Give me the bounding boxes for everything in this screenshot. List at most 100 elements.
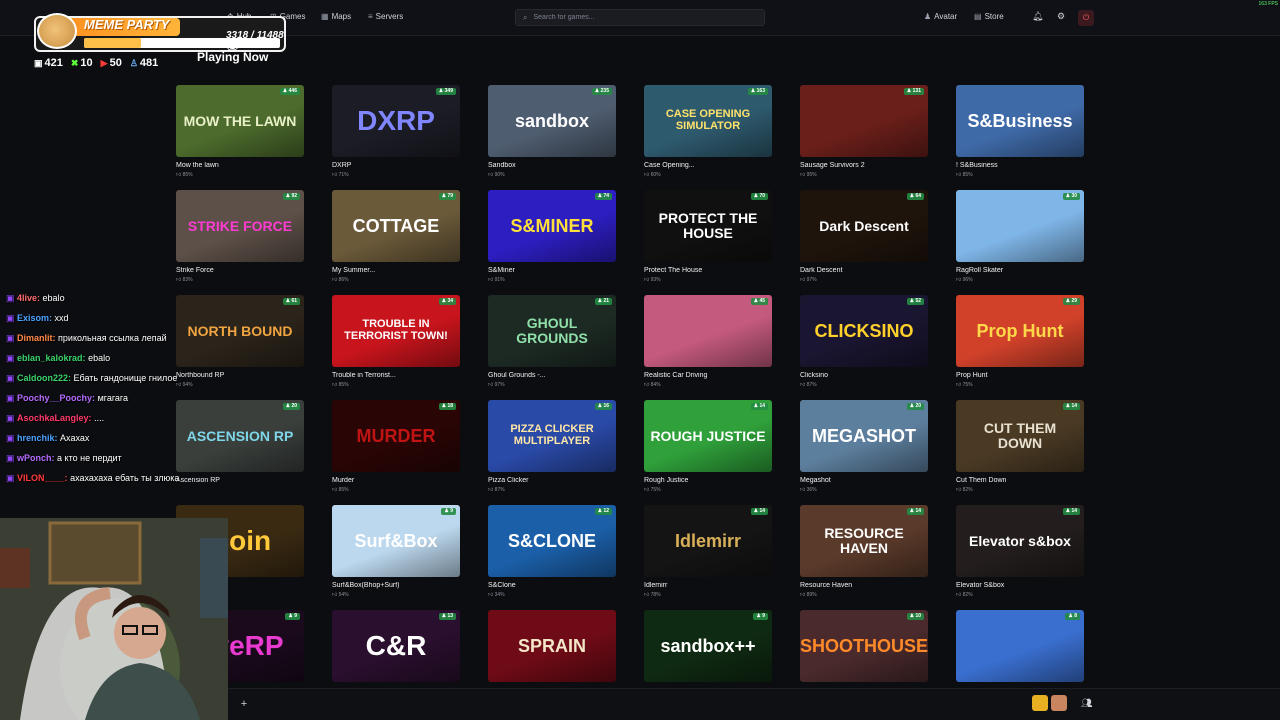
avatar[interactable] [1051, 695, 1067, 711]
game-title[interactable]: DXRP [332, 162, 460, 169]
friends-icon[interactable]: 👥︎ [1081, 698, 1092, 709]
game-title[interactable]: Strike Force [176, 267, 304, 274]
game-title[interactable]: My Summer... [332, 267, 460, 274]
game-thumbnail[interactable]: S&Business [956, 85, 1084, 157]
game-card[interactable]: S&Business ! S&Business 👍︎ 85% [956, 85, 1084, 178]
game-thumbnail[interactable]: CASE OPENING SIMULATOR ♟ 163 [644, 85, 772, 157]
game-title[interactable]: Dark Descent [800, 267, 928, 274]
game-card[interactable]: TROUBLE IN TERRORIST TOWN! ♟ 34 Trouble in… [332, 295, 460, 388]
game-card[interactable]: PIZZA CLICKER MULTIPLAYER ♟ 16 Pizza Click… [488, 400, 616, 493]
nav-servers[interactable]: ≡ Servers [368, 12, 403, 21]
store-button[interactable]: ▤ Store [974, 12, 1004, 21]
game-card[interactable]: DXRP ♟ 349 DXRP 👍︎ 71% [332, 85, 460, 178]
game-title[interactable]: Murder [332, 477, 460, 484]
game-thumbnail[interactable]: Surf&Box ♟ 9 [332, 505, 460, 577]
game-title[interactable]: Clicksino [800, 372, 928, 379]
game-title[interactable]: S&Miner [488, 267, 616, 274]
game-card[interactable]: Dark Descent ♟ 64 Dark Descent 👍︎ 97% [800, 190, 928, 283]
game-thumbnail[interactable]: DXRP ♟ 349 [332, 85, 460, 157]
game-title[interactable]: Surf&Box(Bhop+Surf) [332, 582, 460, 589]
game-thumbnail[interactable]: STRIKE FORCE ♟ 92 [176, 190, 304, 262]
game-thumbnail[interactable]: Dark Descent ♟ 64 [800, 190, 928, 262]
game-title[interactable]: Mow the lawn [176, 162, 304, 169]
game-title[interactable]: ! S&Business [956, 162, 1084, 169]
game-title[interactable]: RagRoll Skater [956, 267, 1084, 274]
party-avatars[interactable] [1032, 695, 1067, 711]
game-card[interactable]: C&R ♟ 13 [332, 610, 460, 682]
game-thumbnail[interactable]: ♟ 30 [956, 190, 1084, 262]
game-thumbnail[interactable]: COTTAGE ♟ 79 [332, 190, 460, 262]
game-thumbnail[interactable]: sandbox ♟ 235 [488, 85, 616, 157]
game-card[interactable]: CUT THEM DOWN ♟ 14 Cut Them Down 👍︎ 82% [956, 400, 1084, 493]
game-title[interactable]: Rough Justice [644, 477, 772, 484]
game-title[interactable]: Protect The House [644, 267, 772, 274]
game-card[interactable]: S&MINER ♟ 74 S&Miner 👍︎ 91% [488, 190, 616, 283]
nav-maps[interactable]: ▦ Maps [321, 12, 351, 21]
game-thumbnail[interactable]: CLICKSINO ♟ 52 [800, 295, 928, 367]
game-card[interactable]: CLICKSINO ♟ 52 Clicksino 👍︎ 87% [800, 295, 928, 388]
game-card[interactable]: SHOOTHOUSE ♟ 10 [800, 610, 928, 682]
game-card[interactable]: sandbox ♟ 235 Sandbox 👍︎ 90% [488, 85, 616, 178]
game-title[interactable]: Pizza Clicker [488, 477, 616, 484]
power-button[interactable]: ⏻ [1078, 10, 1094, 26]
game-thumbnail[interactable]: GHOUL GROUNDS ♟ 21 [488, 295, 616, 367]
game-card[interactable]: MEGASHOT ♟ 20 Megashot 👍︎ 36% [800, 400, 928, 493]
game-card[interactable]: ♟ 30 RagRoll Skater 👍︎ 96% [956, 190, 1084, 283]
add-button[interactable]: + [236, 696, 252, 712]
bell-icon[interactable]: 🔔︎ [1032, 11, 1043, 22]
game-title[interactable]: Ghoul Grounds -... [488, 372, 616, 379]
game-card[interactable]: MOW THE LAWN ♟ 446 Mow the lawn 👍︎ 85% [176, 85, 304, 178]
game-thumbnail[interactable]: Prop Hunt ♟ 29 [956, 295, 1084, 367]
game-title[interactable]: Cut Them Down [956, 477, 1084, 484]
game-title[interactable]: Trouble in Terrorist... [332, 372, 460, 379]
avatar-button[interactable]: ♟ Avatar [924, 12, 957, 21]
game-title[interactable]: Megashot [800, 477, 928, 484]
avatar[interactable] [1032, 695, 1048, 711]
game-title[interactable]: Prop Hunt [956, 372, 1084, 379]
game-thumbnail[interactable]: Elevator s&box ♟ 14 [956, 505, 1084, 577]
game-card[interactable]: Surf&Box ♟ 9 Surf&Box(Bhop+Surf) 👍︎ 54% [332, 505, 460, 598]
game-card[interactable]: PROTECT THE HOUSE ♟ 70 Protect The House 👍︎… [644, 190, 772, 283]
game-thumbnail[interactable]: PIZZA CLICKER MULTIPLAYER ♟ 16 [488, 400, 616, 472]
game-title[interactable]: Elevator S&box [956, 582, 1084, 589]
game-thumbnail[interactable]: SPRAIN [488, 610, 616, 682]
game-card[interactable]: Idlemirr ♟ 14 Idlemirr 👍︎ 78% [644, 505, 772, 598]
game-thumbnail[interactable]: C&R ♟ 13 [332, 610, 460, 682]
game-title[interactable]: Sausage Survivors 2 [800, 162, 928, 169]
game-thumbnail[interactable]: sandbox++ ♟ 9 [644, 610, 772, 682]
game-card[interactable]: RESOURCE HAVEN ♟ 14 Resource Haven 👍︎ 89% [800, 505, 928, 598]
game-title[interactable]: Resource Haven [800, 582, 928, 589]
game-card[interactable]: sandbox++ ♟ 9 [644, 610, 772, 682]
game-card[interactable]: ♟ 8 [956, 610, 1084, 682]
game-thumbnail[interactable]: ROUGH JUSTICE ♟ 14 [644, 400, 772, 472]
game-thumbnail[interactable]: SHOOTHOUSE ♟ 10 [800, 610, 928, 682]
game-card[interactable]: STRIKE FORCE ♟ 92 Strike Force 👍︎ 83% [176, 190, 304, 283]
search-bar[interactable]: ⌕ [515, 9, 765, 26]
game-thumbnail[interactable]: S&CLONE ♟ 12 [488, 505, 616, 577]
game-thumbnail[interactable]: MURDER ♟ 18 [332, 400, 460, 472]
game-card[interactable]: COTTAGE ♟ 79 My Summer... 👍︎ 86% [332, 190, 460, 283]
game-thumbnail[interactable]: ♟ 8 [956, 610, 1084, 682]
game-thumbnail[interactable]: TROUBLE IN TERRORIST TOWN! ♟ 34 [332, 295, 460, 367]
game-thumbnail[interactable]: RESOURCE HAVEN ♟ 14 [800, 505, 928, 577]
game-title[interactable]: Case Opening... [644, 162, 772, 169]
game-title[interactable]: Sandbox [488, 162, 616, 169]
game-thumbnail[interactable]: S&MINER ♟ 74 [488, 190, 616, 262]
game-card[interactable]: SPRAIN [488, 610, 616, 682]
game-thumbnail[interactable]: MEGASHOT ♟ 20 [800, 400, 928, 472]
game-thumbnail[interactable]: ♟ 131 [800, 85, 928, 157]
game-card[interactable]: ROUGH JUSTICE ♟ 14 Rough Justice 👍︎ 75% [644, 400, 772, 493]
game-title[interactable]: Realistic Car Driving [644, 372, 772, 379]
game-card[interactable]: ♟ 131 Sausage Survivors 2 👍︎ 95% [800, 85, 928, 178]
gear-icon[interactable]: ⚙ [1057, 11, 1065, 22]
game-thumbnail[interactable]: PROTECT THE HOUSE ♟ 70 [644, 190, 772, 262]
search-input[interactable] [533, 14, 754, 21]
game-card[interactable]: Elevator s&box ♟ 14 Elevator S&box 👍︎ 82% [956, 505, 1084, 598]
game-thumbnail[interactable]: Idlemirr ♟ 14 [644, 505, 772, 577]
game-title[interactable]: S&Clone [488, 582, 616, 589]
game-thumbnail[interactable]: ♟ 45 [644, 295, 772, 367]
game-card[interactable]: Prop Hunt ♟ 29 Prop Hunt 👍︎ 75% [956, 295, 1084, 388]
game-card[interactable]: CASE OPENING SIMULATOR ♟ 163 Case Opening.… [644, 85, 772, 178]
game-card[interactable]: MURDER ♟ 18 Murder 👍︎ 85% [332, 400, 460, 493]
game-card[interactable]: GHOUL GROUNDS ♟ 21 Ghoul Grounds -... 👍︎ 97… [488, 295, 616, 388]
